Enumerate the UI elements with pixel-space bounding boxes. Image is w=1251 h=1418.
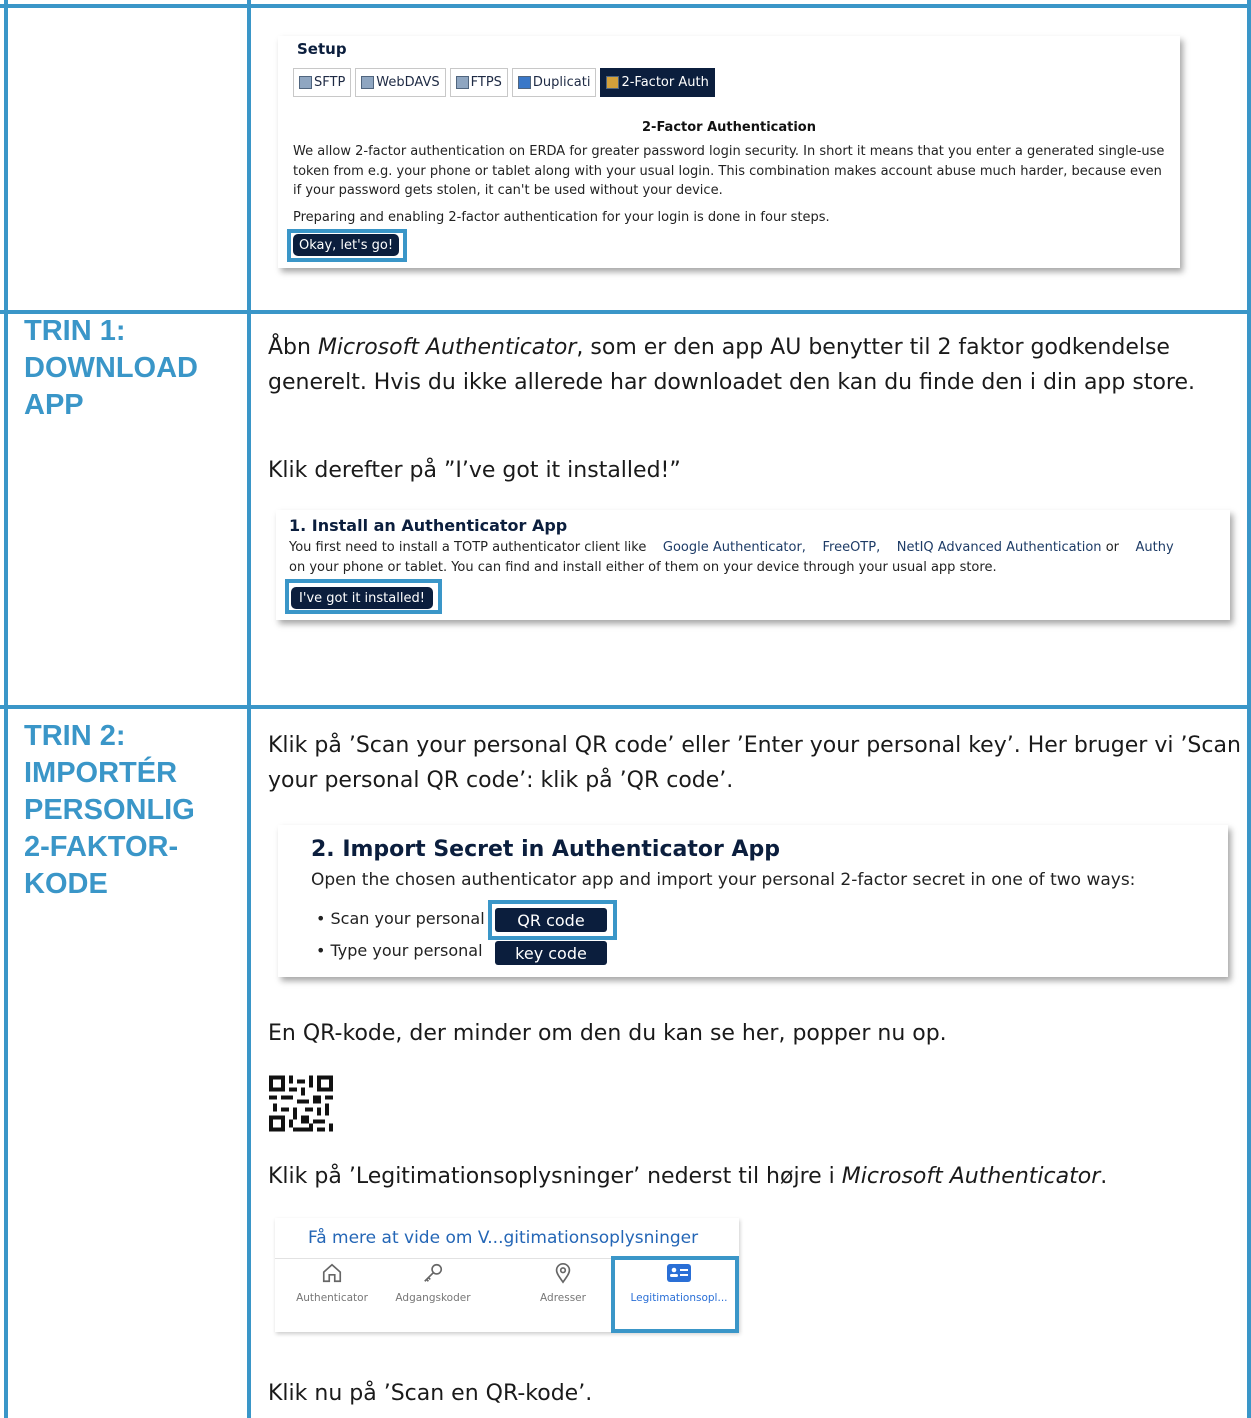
step-2-heading: TRIN 2: IMPORTÉR PERSONLIG 2-FAKTOR- KOD… <box>24 720 195 900</box>
import-secret-title: 2. Import Secret in Authenticator App <box>311 837 780 862</box>
qr-popup-text: En QR-kode, der minder om den du kan se … <box>268 1021 947 1046</box>
key-icon <box>424 1263 443 1282</box>
import-secret-screenshot: 2. Import Secret in Authenticator App Op… <box>278 825 1228 977</box>
scan-qr-instruction: Klik nu på ’Scan en QR-kode’. <box>268 1381 593 1406</box>
table-border-top <box>0 4 1251 8</box>
tab-webdavs[interactable]: WebDAVS <box>355 68 446 97</box>
highlight-box <box>285 579 442 614</box>
qr-code-image <box>269 1075 333 1132</box>
server-icon <box>455 76 469 89</box>
install-app-text: You first need to install a TOTP authent… <box>289 540 1174 555</box>
server-icon <box>299 76 312 89</box>
lock-icon <box>606 76 620 89</box>
2fa-heading: 2-Factor Authentication <box>642 120 816 135</box>
server-icon <box>361 76 375 89</box>
2fa-steps-text: Preparing and enabling 2-factor authenti… <box>293 210 830 225</box>
nav-authenticator[interactable]: Authenticator <box>282 1262 382 1304</box>
table-column-divider <box>247 0 251 1418</box>
setup-title: Setup <box>297 40 347 58</box>
duplicati-icon <box>517 76 531 89</box>
google-authenticator-link[interactable]: Google Authenticator, <box>663 540 806 555</box>
install-app-text-2: on your phone or tablet. You can find an… <box>289 560 997 575</box>
tab-ftps[interactable]: FTPS <box>449 68 508 97</box>
home-icon <box>322 1263 342 1283</box>
step-1-instruction: Klik derefter på ”I’ve got it installed!… <box>268 458 681 483</box>
table-border-right <box>1247 0 1251 1418</box>
highlight-box <box>287 229 407 262</box>
nav-adresser[interactable]: Adresser <box>513 1262 613 1304</box>
tab-sftp[interactable]: SFTP <box>293 68 352 97</box>
netiq-link[interactable]: NetIQ Advanced Authentication <box>897 540 1102 555</box>
freeotp-link[interactable]: FreeOTP, <box>822 540 880 555</box>
step-1-paragraph: Åbn Microsoft Authenticator, som er den … <box>268 335 1195 395</box>
location-pin-icon <box>555 1263 571 1284</box>
tab-2-factor-auth[interactable]: 2-Factor Auth <box>600 68 715 97</box>
table-row-divider <box>0 705 1251 709</box>
nav-adgangskoder[interactable]: Adgangskoder <box>383 1262 483 1304</box>
step-1-heading: TRIN 1: DOWNLOAD APP <box>24 315 198 421</box>
install-app-title: 1. Install an Authenticator App <box>289 516 568 535</box>
setup-screenshot: Setup SFTP WebDAVS FTPS Duplicati 2-Fact… <box>278 36 1180 268</box>
authy-link[interactable]: Authy <box>1136 540 1174 555</box>
legitimation-instruction: Klik på ’Legitimationsoplysninger’ neder… <box>268 1164 1108 1189</box>
learn-more-link[interactable]: Få mere at vide om V...gitimationsoplysn… <box>308 1228 698 1248</box>
highlight-box <box>611 1256 739 1333</box>
instruction-table: Setup SFTP WebDAVS FTPS Duplicati 2-Fact… <box>0 0 1251 1418</box>
key-code-button[interactable]: key code <box>495 941 607 965</box>
bullet-type: • Type your personal <box>316 941 483 960</box>
step-2-paragraph: Klik på ’Scan your personal QR code’ ell… <box>268 733 1241 793</box>
highlight-box <box>488 900 617 940</box>
tab-duplicati[interactable]: Duplicati <box>511 68 597 97</box>
table-border-left <box>4 0 8 1418</box>
bullet-scan: • Scan your personal <box>316 909 485 928</box>
2fa-description: We allow 2-factor authentication on ERDA… <box>293 144 1165 198</box>
setup-tabs: SFTP WebDAVS FTPS Duplicati 2-Factor Aut… <box>293 68 715 97</box>
import-secret-text: Open the chosen authenticator app and im… <box>311 870 1136 890</box>
